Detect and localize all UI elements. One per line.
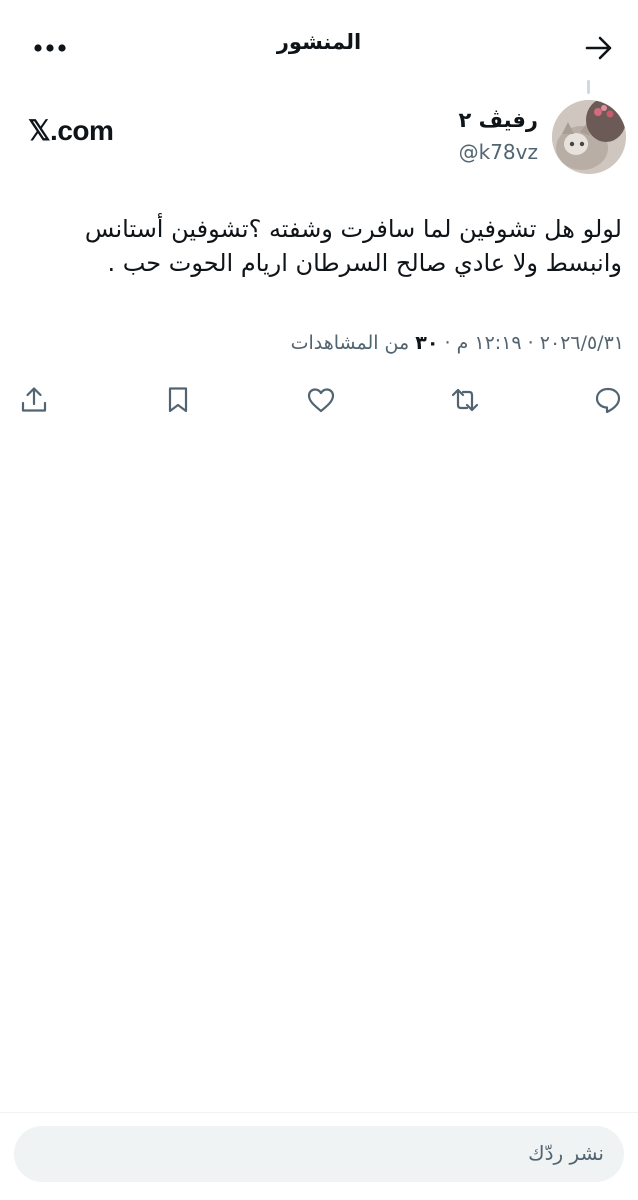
avatar-image xyxy=(552,100,626,174)
views-label: من المشاهدات xyxy=(290,332,410,354)
reply-button[interactable] xyxy=(588,380,628,420)
bookmark-icon xyxy=(168,387,188,413)
reply-placeholder: نشر ردّك xyxy=(528,1141,604,1165)
bookmark-button[interactable] xyxy=(158,380,198,420)
meta-separator: · xyxy=(521,332,540,354)
thread-line xyxy=(587,80,590,94)
author-name[interactable]: رفيڤ ٢ xyxy=(458,108,538,132)
post-detail-screen: المنشور رفيڤ ٢ @k78vz 𝕏.com لولو هل تشوف… xyxy=(0,0,638,1200)
top-bar: المنشور xyxy=(0,0,638,96)
repost-button[interactable] xyxy=(445,380,485,420)
source-tag: 𝕏.com xyxy=(28,115,114,146)
back-arrow-icon xyxy=(585,36,612,60)
post-time: ١٢:١٩ م xyxy=(456,332,522,354)
like-button[interactable] xyxy=(301,380,341,420)
avatar[interactable] xyxy=(552,100,626,174)
post-text: لولو هل تشوفين لما سافرت وشفته ؟تشوفين أ… xyxy=(84,215,622,277)
views-count: ٣٠ xyxy=(415,332,439,354)
post-date: ٢٠٢٦/٥/٣١ xyxy=(539,332,624,354)
author-handle[interactable]: @k78vz xyxy=(459,140,538,164)
share-button[interactable] xyxy=(14,380,54,420)
post-meta: ٢٠٢٦/٥/٣١ · ١٢:١٩ م · ٣٠ من المشاهدات xyxy=(291,332,624,354)
action-bar xyxy=(0,380,638,420)
share-icon xyxy=(21,387,47,412)
back-button[interactable] xyxy=(582,32,616,64)
composer-divider xyxy=(0,1112,638,1113)
like-icon xyxy=(307,388,335,413)
repost-icon xyxy=(451,388,479,412)
reply-icon xyxy=(595,387,621,414)
reply-input[interactable]: نشر ردّك xyxy=(14,1126,624,1182)
meta-separator: · xyxy=(438,332,457,354)
page-title: المنشور xyxy=(276,30,362,54)
